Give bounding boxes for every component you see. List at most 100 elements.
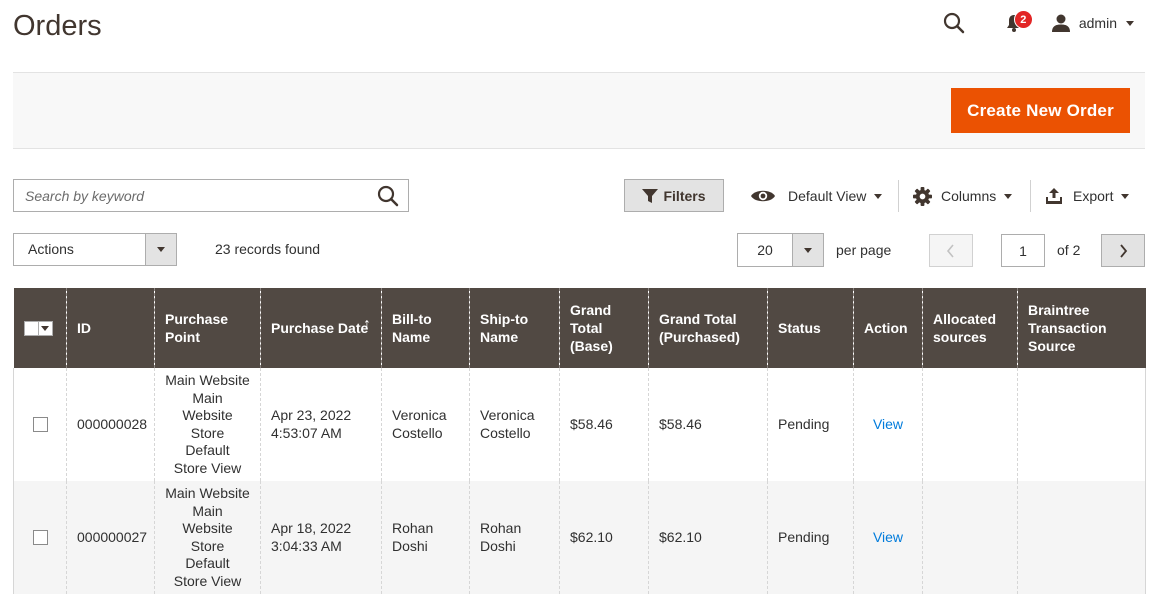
- purchase-point-line: Website Store: [182, 520, 233, 554]
- search-input[interactable]: [14, 180, 368, 211]
- name-line: Doshi: [480, 537, 516, 554]
- cell-purchase-date: Apr 23, 2022 4:53:07 AM: [260, 368, 382, 481]
- columns-dropdown[interactable]: Columns: [913, 180, 1013, 212]
- notification-count-badge: 2: [1013, 10, 1033, 29]
- name-line: Veronica: [392, 407, 447, 423]
- filters-label: Filters: [663, 187, 706, 204]
- view-label: Default View: [788, 188, 867, 204]
- create-new-order-button[interactable]: Create New Order: [951, 88, 1130, 133]
- per-page-value: 20: [757, 242, 773, 258]
- page-title: Orders: [13, 10, 102, 42]
- name-line: Costello: [480, 424, 531, 441]
- search-submit-button[interactable]: [368, 180, 408, 211]
- notifications-button[interactable]: 2: [999, 8, 1033, 38]
- cell-grand-total-purchased: $58.46: [648, 368, 768, 481]
- column-header-label: Purchase Date: [271, 320, 369, 336]
- orders-grid: ID Purchase Point Purchase Date ↑ Bill-t…: [13, 288, 1146, 594]
- purchase-point-line: Default: [185, 442, 230, 458]
- grid-header-row: ID Purchase Point Purchase Date ↑ Bill-t…: [13, 288, 1146, 368]
- cell-status: Pending: [767, 481, 854, 594]
- purchase-point-line: Store View: [173, 572, 242, 589]
- cell-purchase-point: Main Website Main Website Store Default …: [154, 368, 261, 481]
- table-row[interactable]: 000000028 Main Website Main Website Stor…: [13, 368, 1146, 481]
- per-page-label: per page: [836, 242, 892, 258]
- column-header-grand-total-base[interactable]: Grand Total (Base): [559, 288, 649, 368]
- column-header-purchase-point[interactable]: Purchase Point: [154, 288, 261, 368]
- gear-icon: [913, 186, 932, 206]
- user-name: admin: [1078, 15, 1117, 31]
- cell-purchase-point: Main Website Main Website Store Default …: [154, 481, 261, 594]
- mass-select-header: [13, 288, 67, 368]
- purchase-point-line: Main: [192, 502, 223, 519]
- column-header-status[interactable]: Status: [767, 288, 854, 368]
- chevron-down-icon: [1121, 193, 1130, 199]
- cell-grand-total-base: $58.46: [559, 368, 649, 481]
- user-menu[interactable]: admin: [1051, 13, 1134, 33]
- purchase-point-line: Main: [192, 389, 223, 406]
- cell-status: Pending: [767, 368, 854, 481]
- current-page-input[interactable]: [1001, 234, 1045, 267]
- search-icon: [377, 185, 399, 206]
- row-select-cell: [13, 481, 67, 594]
- column-header-ship-to-name[interactable]: Ship-to Name: [469, 288, 560, 368]
- cell-purchase-date: Apr 18, 2022 3:04:33 AM: [260, 481, 382, 594]
- funnel-icon: [642, 188, 659, 203]
- column-header-id[interactable]: ID: [66, 288, 155, 368]
- default-view-dropdown[interactable]: Default View: [750, 180, 883, 212]
- table-row[interactable]: 000000027 Main Website Main Website Stor…: [13, 481, 1146, 594]
- mass-actions-label: Actions: [28, 241, 74, 257]
- filters-button[interactable]: Filters: [624, 179, 724, 212]
- purchase-point-line: Main Website: [165, 372, 250, 388]
- export-label: Export: [1073, 188, 1114, 204]
- total-pages: of 2: [1057, 242, 1081, 258]
- row-select-cell: [13, 368, 67, 481]
- per-page-select[interactable]: 20: [737, 233, 824, 267]
- column-header-grand-total-purchased[interactable]: Grand Total (Purchased): [648, 288, 768, 368]
- name-line: Rohan: [480, 520, 522, 536]
- select-all-checkbox[interactable]: [23, 320, 39, 336]
- cell-bill-to-name: Rohan Doshi: [381, 481, 470, 594]
- mass-select-checkbox[interactable]: [23, 320, 57, 336]
- name-line: Doshi: [392, 537, 428, 554]
- cell-action: View: [853, 481, 923, 594]
- row-checkbox[interactable]: [33, 530, 48, 545]
- view-order-link[interactable]: View: [873, 529, 903, 545]
- columns-label: Columns: [941, 188, 997, 204]
- name-line: Costello: [392, 424, 443, 441]
- chevron-right-icon: [1120, 243, 1128, 258]
- column-header-action: Action: [853, 288, 923, 368]
- global-search-button[interactable]: [939, 8, 969, 38]
- cell-action: View: [853, 368, 923, 481]
- search-icon: [943, 12, 965, 34]
- row-checkbox[interactable]: [33, 417, 48, 432]
- purchase-point-line: Store View: [173, 459, 242, 476]
- export-dropdown[interactable]: Export: [1045, 180, 1130, 212]
- mass-select-dropdown[interactable]: [38, 320, 53, 336]
- eye-icon: [751, 190, 775, 202]
- keyword-search: [13, 179, 409, 212]
- chevron-left-icon: [946, 243, 954, 258]
- cell-bill-to-name: Veronica Costello: [381, 368, 470, 481]
- dropdown-toggle[interactable]: [792, 234, 823, 266]
- next-page-button[interactable]: [1101, 234, 1145, 267]
- toolbar-divider: [898, 180, 899, 212]
- mass-actions-dropdown[interactable]: Actions: [13, 233, 177, 266]
- purchase-date: Apr 18, 2022: [271, 520, 352, 536]
- chevron-down-icon: [1004, 193, 1013, 199]
- sort-ascending-icon: ↑: [363, 316, 371, 333]
- cell-id: 000000027: [66, 481, 155, 594]
- previous-page-button[interactable]: [929, 234, 973, 267]
- name-line: Veronica: [480, 407, 535, 423]
- column-header-braintree-source[interactable]: Braintree Transaction Source: [1017, 288, 1146, 368]
- export-icon: [1046, 188, 1062, 204]
- purchase-time: 3:04:33 AM: [271, 537, 342, 554]
- cell-id: 000000028: [66, 368, 155, 481]
- column-header-allocated-sources[interactable]: Allocated sources: [922, 288, 1018, 368]
- purchase-point-line: Website Store: [182, 407, 233, 441]
- column-header-purchase-date[interactable]: Purchase Date ↑: [260, 288, 382, 368]
- column-header-bill-to-name[interactable]: Bill-to Name: [381, 288, 470, 368]
- cell-allocated-sources: [922, 368, 1018, 481]
- dropdown-toggle[interactable]: [145, 234, 176, 265]
- view-order-link[interactable]: View: [873, 416, 903, 432]
- header-actions: 2 admin: [939, 8, 1134, 38]
